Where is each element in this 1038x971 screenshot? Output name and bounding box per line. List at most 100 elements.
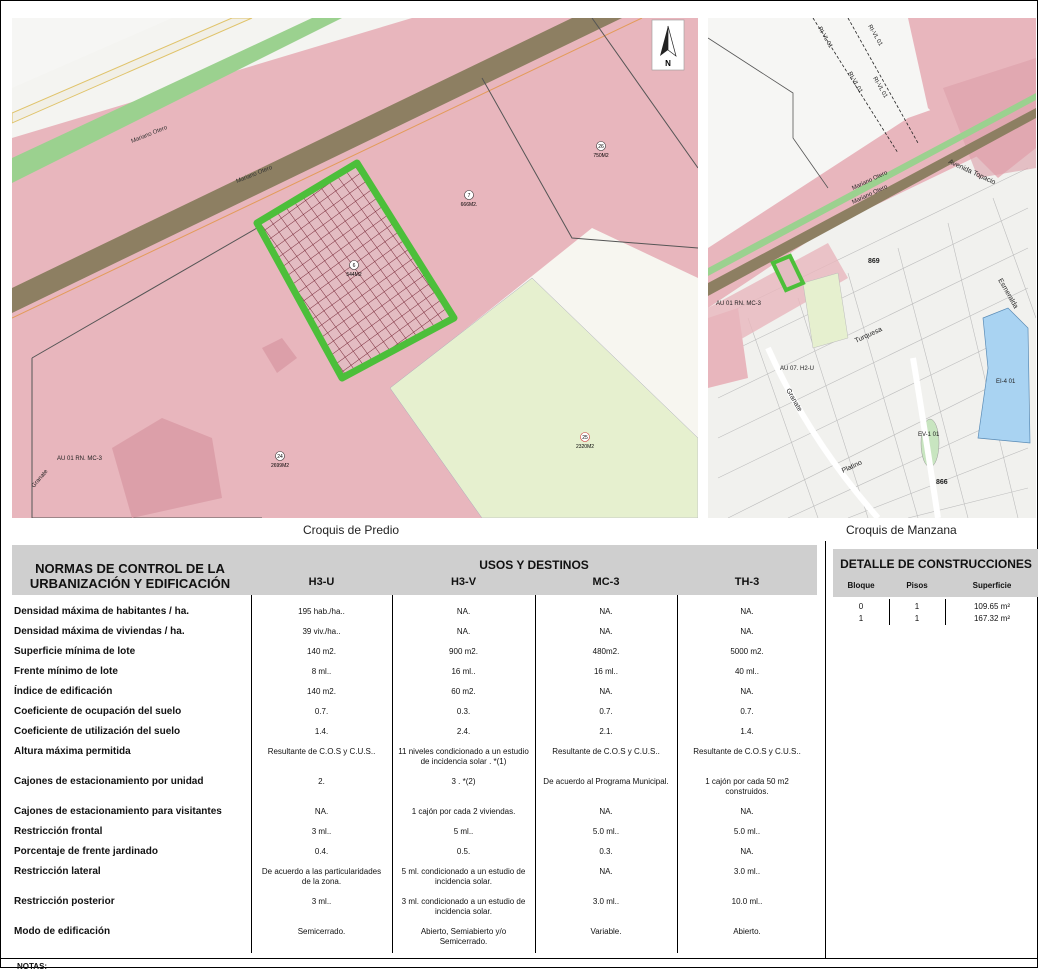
table-cell: 2.4.	[456, 727, 471, 736]
column-header: TH-3	[734, 576, 760, 588]
table-cell: NA.	[314, 807, 329, 816]
document-page: Mariano Otero Mariano Otero AU 01 RN. MC…	[0, 0, 1038, 971]
table-cell: 16 ml..	[593, 667, 618, 676]
table-cell: 900 m2.	[449, 647, 478, 656]
table-cell: NA.	[740, 627, 754, 636]
row-label: Densidad máxima de habitantes / ha.	[14, 606, 190, 617]
row-label: Restricción frontal	[14, 826, 103, 837]
table-cell: De acuerdo al Programa Municipal.	[543, 777, 669, 786]
detalle-column-header: Pisos	[906, 581, 928, 590]
row-label: Coeficiente de utilización del suelo	[14, 726, 181, 737]
detalle-cell: 1	[914, 602, 920, 611]
table-cell: 5.0 ml..	[592, 827, 620, 836]
table-cell: NA.	[740, 847, 754, 856]
svg-text:6: 6	[353, 263, 356, 269]
detalle-cell: 1	[858, 614, 864, 623]
column-header: MC-3	[592, 576, 620, 588]
table-cell: 3.0 ml..	[733, 867, 761, 876]
svg-text:750M2: 750M2	[593, 153, 609, 159]
table-cell: Resultante de C.O.S y C.U.S..	[693, 747, 801, 756]
row-label: Coeficiente de ocupación del suelo	[14, 706, 182, 717]
table-cell: Abierto, Semiabierto y/o Semicerrado.	[420, 927, 507, 946]
table-cell: NA.	[740, 687, 754, 696]
detalle-cell: 1	[914, 614, 920, 623]
notes-label: NOTAS:	[17, 962, 48, 971]
table-cell: 3 ml..	[311, 827, 332, 836]
map-label: AU 07. H2-U	[780, 366, 814, 372]
north-arrow-icon: N	[651, 19, 685, 71]
table-cell: NA.	[456, 627, 471, 636]
svg-text:25: 25	[582, 435, 588, 441]
table-cell: 0.5.	[456, 847, 471, 856]
column-header: H3-V	[450, 576, 477, 588]
manzana-map-drawing: RI-VL 01 RI-VL 01 RI-VL 01 RI-VL 01 Mari…	[708, 18, 1036, 518]
table-cell: 16 ml..	[451, 667, 476, 676]
zone-label: AU 01 RN. MC-3	[57, 456, 103, 462]
table-cell: 2.1.	[599, 727, 613, 736]
table-cell: De acuerdo a las particularidades de la …	[261, 867, 382, 886]
svg-text:26: 26	[598, 144, 604, 150]
manzana-caption: Croquis de Manzana	[846, 523, 957, 537]
table-cell: 10.0 ml..	[731, 897, 763, 906]
map-label: EI-4 01	[996, 379, 1016, 385]
predio-map: Mariano Otero Mariano Otero AU 01 RN. MC…	[12, 18, 698, 518]
detalle-cell: 0	[858, 602, 864, 611]
row-label: Modo de edificación	[14, 926, 111, 937]
table-cell: 3 ml. condicionado a un estudio de incid…	[401, 897, 526, 916]
table-cell: 3.0 ml..	[592, 897, 620, 906]
table-cell: 5.0 ml..	[733, 827, 761, 836]
manzana-map: RI-VL 01 RI-VL 01 RI-VL 01 RI-VL 01 Mari…	[708, 18, 1036, 518]
map-label: AU 01 RN. MC-3	[716, 301, 762, 307]
table-cell: Abierto.	[733, 927, 761, 936]
column-header: H3-U	[308, 576, 335, 588]
table-cell: 3 . *(2)	[451, 777, 476, 786]
table-cell: Variable.	[590, 927, 622, 936]
notes-divider	[1, 958, 1038, 959]
row-label: Índice de edificación	[14, 686, 113, 697]
table-cell: 480m2.	[592, 647, 620, 656]
table-cell: 5 ml. condicionado a un estudio de incid…	[401, 867, 526, 886]
table-cell: 0.7.	[740, 707, 754, 716]
detalle-column-header: Superficie	[972, 581, 1012, 590]
predio-caption: Croquis de Predio	[303, 523, 400, 537]
table-cell: 0.3.	[599, 847, 613, 856]
row-label: Cajones de estacionamiento para visitant…	[14, 806, 222, 817]
table-cell: 8 ml..	[311, 667, 332, 676]
table-cell: 5000 m2.	[730, 647, 764, 656]
detalle-column-header: Bloque	[847, 581, 875, 590]
svg-text:N: N	[665, 59, 671, 68]
table-cell: NA.	[599, 807, 613, 816]
table-cell: 3 ml..	[311, 897, 332, 906]
table-cell: 1.4.	[740, 727, 754, 736]
table-cell: 195 hab./ha..	[298, 607, 345, 616]
svg-text:666M2.: 666M2.	[461, 202, 478, 208]
table-cell: 0.3.	[456, 707, 471, 716]
usos-title: USOS Y DESTINOS	[479, 558, 589, 572]
row-label: Cajones de estacionamiento por unidad	[14, 776, 204, 787]
map-label: 866	[936, 479, 948, 486]
table-cell: 0.7.	[599, 707, 613, 716]
table-cell: Resultante de C.O.S y C.U.S..	[552, 747, 660, 756]
table-cell: 0.4.	[314, 847, 329, 856]
table-cell: NA.	[599, 687, 613, 696]
table-cell: 1 cajón por cada 50 m2 construidos.	[705, 777, 789, 796]
svg-text:544M2: 544M2	[346, 272, 362, 278]
table-cell: 60 m2.	[451, 687, 476, 696]
table-cell: Semicerrado.	[297, 927, 346, 936]
table-cell: 5 ml..	[453, 827, 474, 836]
table-cell: NA.	[740, 607, 754, 616]
table-cell: 11 niveles condicionado a un estudio de …	[398, 747, 529, 766]
detalle-cell: 109.65 m²	[973, 602, 1011, 611]
table-cell: NA.	[599, 627, 613, 636]
row-label: Altura máxima permitida	[14, 746, 131, 757]
row-label: Frente mínimo de lote	[14, 666, 118, 677]
row-label: Restricción lateral	[14, 866, 101, 877]
svg-text:24: 24	[277, 454, 283, 460]
table-cell: NA.	[599, 867, 613, 876]
table-cell: 1.4.	[314, 727, 329, 736]
predio-map-drawing: Mariano Otero Mariano Otero AU 01 RN. MC…	[12, 18, 698, 518]
map-label: EV-1 01	[918, 432, 940, 438]
table-cell: 1 cajón por cada 2 viviendas.	[411, 807, 516, 816]
svg-text:7: 7	[468, 193, 471, 199]
table-cell: NA.	[740, 807, 754, 816]
